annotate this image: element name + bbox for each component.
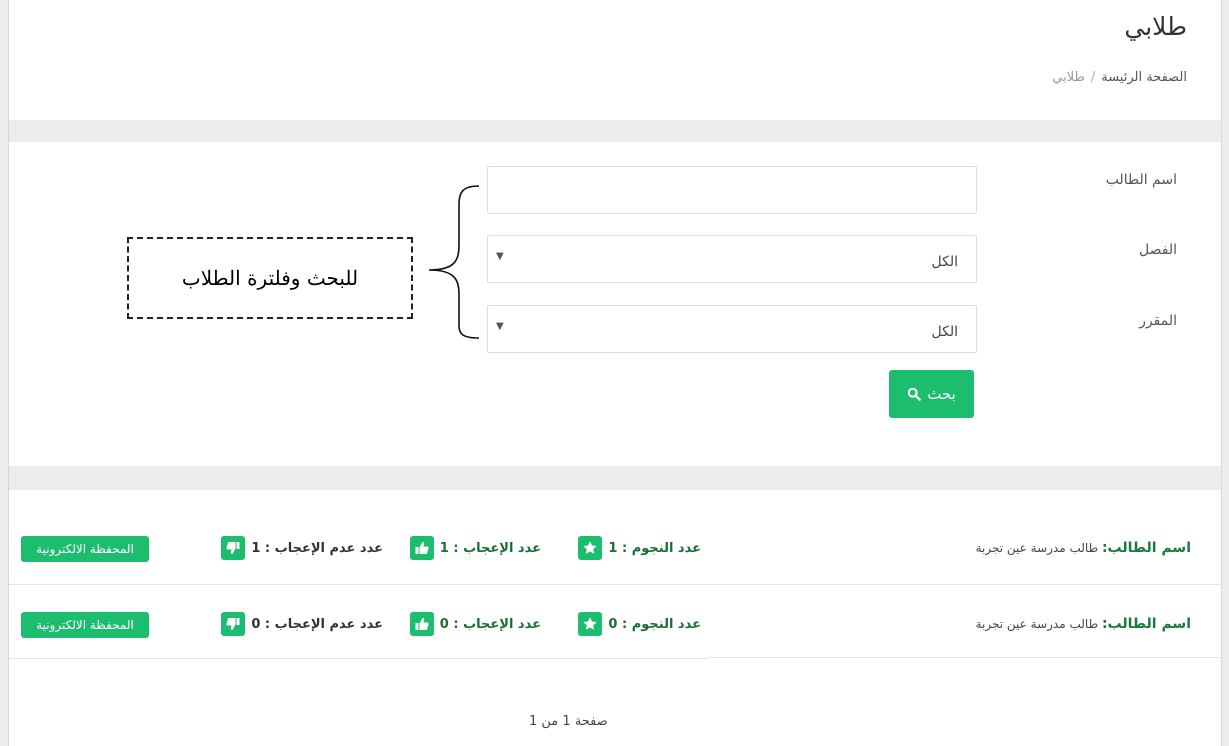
stars-count-label: عدد النجوم : 1 <box>608 540 701 556</box>
thumbs-up-icon <box>409 536 434 560</box>
student-row: اسم الطالب: طالب مدرسة عين تجربة عدد الن… <box>9 584 1221 660</box>
dislikes-count-label: عدد عدم الإعجاب : 1 <box>251 540 383 556</box>
star-icon <box>578 612 603 636</box>
student-name: اسم الطالب: طالب مدرسة عين تجربة <box>976 540 1191 556</box>
star-icon <box>578 536 603 560</box>
section-divider <box>9 466 1221 490</box>
thumbs-down-icon <box>221 536 246 560</box>
annotation-callout: للبحث وفلترة الطلاب <box>127 237 413 319</box>
class-select-value: الكل <box>931 254 959 270</box>
stars-count: عدد النجوم : 1 <box>578 534 701 562</box>
dislikes-count: عدد عدم الإعجاب : 1 <box>221 534 383 562</box>
stars-count-label: عدد النجوم : 0 <box>608 616 701 632</box>
class-label: الفصل <box>1139 242 1177 258</box>
breadcrumb: الصفحة الرئيسة / طلابي <box>1052 70 1187 85</box>
dislikes-count-label: عدد عدم الإعجاب : 0 <box>251 616 383 632</box>
chevron-down-icon: ▼ <box>496 251 504 262</box>
search-icon <box>907 387 922 401</box>
student-name-input[interactable] <box>487 166 977 214</box>
e-portfolio-button[interactable]: المحفظة الالكترونية <box>21 612 149 638</box>
thumbs-down-icon <box>221 612 246 636</box>
e-portfolio-button[interactable]: المحفظة الالكترونية <box>21 536 149 562</box>
likes-count-label: عدد الإعجاب : 1 <box>439 540 541 556</box>
annotation-callout-text: للبحث وفلترة الطلاب <box>181 266 359 290</box>
curly-brace-annotation <box>428 185 480 339</box>
course-label: المقرر <box>1139 313 1177 329</box>
course-select-value: الكل <box>931 324 959 340</box>
breadcrumb-separator: / <box>1090 70 1096 85</box>
chevron-down-icon: ▼ <box>496 321 504 332</box>
class-select[interactable]: الكل ▼ <box>487 235 977 283</box>
page-header: طلابي الصفحة الرئيسة / طلابي <box>9 0 1221 120</box>
page-title: طلابي <box>1124 12 1187 41</box>
student-name-label: اسم الطالب <box>1105 172 1177 188</box>
student-name-label: اسم الطالب: <box>1101 540 1191 556</box>
student-name-value: طالب مدرسة عين تجربة <box>975 541 1099 555</box>
breadcrumb-current: طلابي <box>1052 70 1085 85</box>
search-button-label: بحث <box>927 385 956 403</box>
section-divider <box>9 120 1221 142</box>
page-frame: طلابي الصفحة الرئيسة / طلابي اسم الطالب ال… <box>8 0 1223 746</box>
student-name: اسم الطالب: طالب مدرسة عين تجربة <box>976 616 1191 632</box>
student-row: اسم الطالب: طالب مدرسة عين تجربة عدد الن… <box>9 508 1221 584</box>
pagination-info: صفحة 1 من 1 <box>529 714 608 729</box>
likes-count-label: عدد الإعجاب : 0 <box>439 616 541 632</box>
likes-count: عدد الإعجاب : 1 <box>409 534 541 562</box>
dislikes-count: عدد عدم الإعجاب : 0 <box>221 610 383 638</box>
row-divider <box>709 657 1223 658</box>
student-name-label: اسم الطالب: <box>1101 616 1191 632</box>
search-button[interactable]: بحث <box>889 370 974 418</box>
student-name-value: طالب مدرسة عين تجربة <box>975 617 1099 631</box>
course-select[interactable]: الكل ▼ <box>487 305 977 353</box>
thumbs-up-icon <box>409 612 434 636</box>
stars-count: عدد النجوم : 0 <box>578 610 701 638</box>
breadcrumb-home-link[interactable]: الصفحة الرئيسة <box>1101 70 1187 85</box>
likes-count: عدد الإعجاب : 0 <box>409 610 541 638</box>
row-divider <box>9 658 709 659</box>
